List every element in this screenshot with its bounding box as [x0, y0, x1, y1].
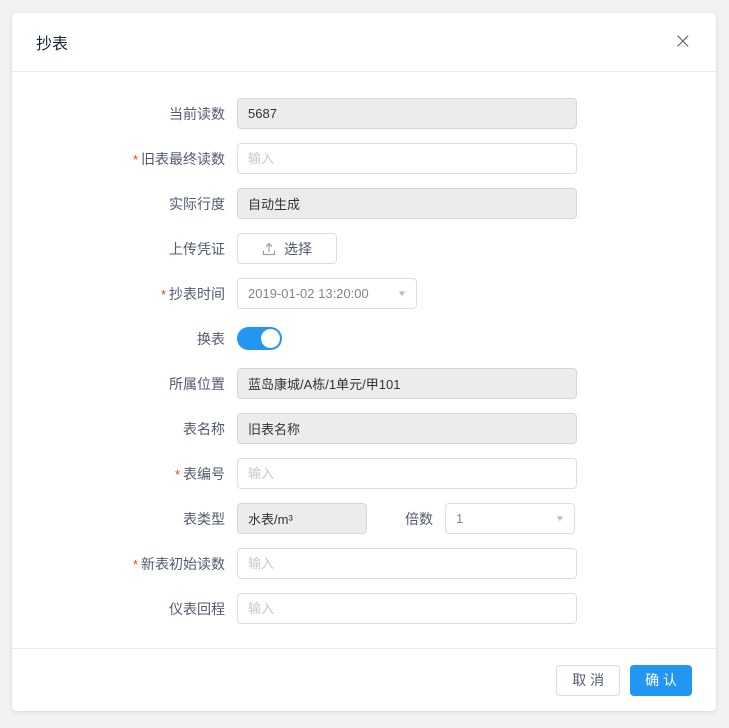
reading-time-value: 2019-01-02 13:20:00 [248, 286, 369, 301]
row-meter-type: 表类型 倍数 1 ▼ [36, 503, 692, 534]
row-location: 所属位置 [36, 368, 692, 399]
chevron-down-icon: ▼ [555, 514, 565, 523]
multiplier-select[interactable]: 1 ▼ [445, 503, 575, 534]
change-meter-label: 换表 [36, 329, 237, 349]
meter-type-label: 表类型 [36, 509, 237, 529]
required-mark: * [161, 287, 166, 302]
upload-select-label: 选择 [284, 239, 312, 259]
required-mark: * [133, 152, 138, 167]
row-reading-time: *抄表时间 2019-01-02 13:20:00 ▼ [36, 278, 692, 309]
actual-usage-label: 实际行度 [36, 194, 237, 214]
meter-return-field[interactable] [237, 593, 577, 624]
old-meter-final-reading-field[interactable] [237, 143, 577, 174]
required-mark: * [133, 557, 138, 572]
meter-reading-dialog: 抄表 × 当前读数 *旧表最终读数 实际行度 上传凭证 [12, 13, 716, 711]
row-change-meter: 换表 [36, 323, 692, 354]
new-meter-initial-reading-field[interactable] [237, 548, 577, 579]
row-old-meter-final-reading: *旧表最终读数 [36, 143, 692, 174]
location-field [237, 368, 577, 399]
old-meter-final-reading-label: *旧表最终读数 [36, 149, 237, 169]
dialog-header: 抄表 × [12, 13, 716, 72]
reading-time-picker[interactable]: 2019-01-02 13:20:00 ▼ [237, 278, 417, 309]
upload-icon [262, 242, 276, 256]
close-icon[interactable]: × [674, 31, 692, 53]
meter-number-label: *表编号 [36, 464, 237, 484]
row-new-meter-initial-reading: *新表初始读数 [36, 548, 692, 579]
row-actual-usage: 实际行度 [36, 188, 692, 219]
upload-voucher-label: 上传凭证 [36, 239, 237, 259]
location-label: 所属位置 [36, 374, 237, 394]
current-reading-label: 当前读数 [36, 104, 237, 124]
dialog-body: 当前读数 *旧表最终读数 实际行度 上传凭证 选择 [12, 72, 716, 624]
upload-select-button[interactable]: 选择 [237, 233, 337, 264]
meter-name-field [237, 413, 577, 444]
row-meter-number: *表编号 [36, 458, 692, 489]
required-mark: * [175, 467, 180, 482]
row-meter-name: 表名称 [36, 413, 692, 444]
dialog-title: 抄表 [36, 30, 68, 54]
row-upload-voucher: 上传凭证 选择 [36, 233, 692, 264]
dialog-footer: 取 消 确 认 [12, 648, 716, 711]
chevron-down-icon: ▼ [397, 289, 407, 298]
current-reading-field [237, 98, 577, 129]
multiplier-label: 倍数 [405, 509, 433, 529]
actual-usage-field [237, 188, 577, 219]
row-current-reading: 当前读数 [36, 98, 692, 129]
reading-time-label: *抄表时间 [36, 284, 237, 304]
toggle-knob [261, 329, 280, 348]
meter-type-field [237, 503, 367, 534]
confirm-button[interactable]: 确 认 [630, 665, 692, 696]
new-meter-initial-reading-label: *新表初始读数 [36, 554, 237, 574]
meter-name-label: 表名称 [36, 419, 237, 439]
change-meter-toggle[interactable] [237, 327, 282, 350]
cancel-button[interactable]: 取 消 [556, 665, 620, 696]
row-meter-return: 仪表回程 [36, 593, 692, 624]
meter-number-field[interactable] [237, 458, 577, 489]
meter-return-label: 仪表回程 [36, 599, 237, 619]
multiplier-value: 1 [456, 511, 463, 526]
